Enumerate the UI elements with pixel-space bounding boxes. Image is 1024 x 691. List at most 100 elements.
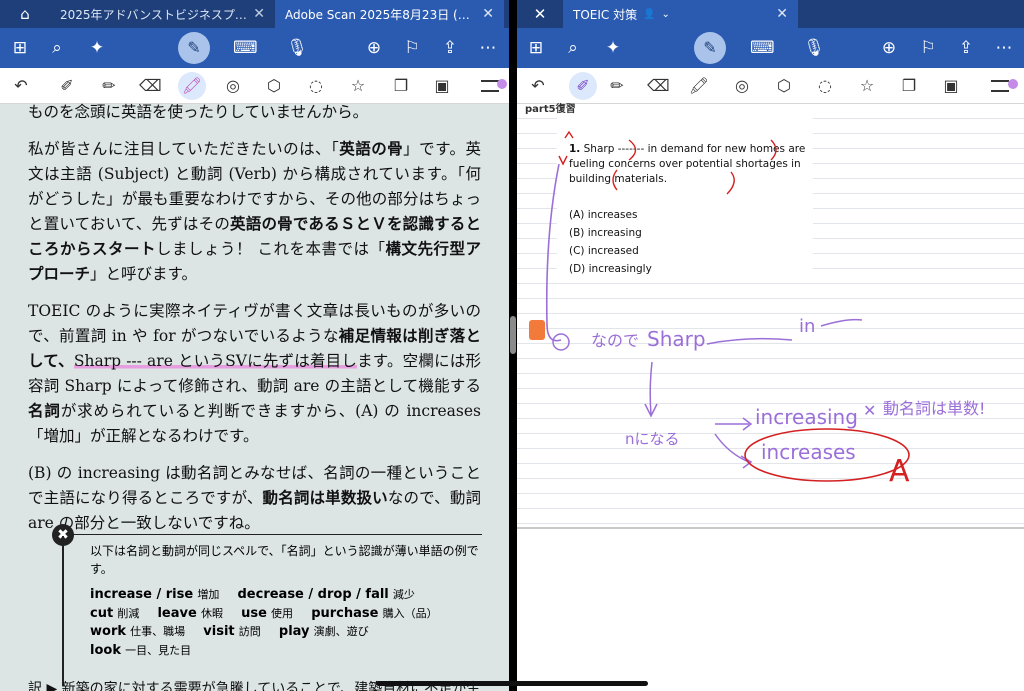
- close-icon[interactable]: ✕: [482, 6, 494, 22]
- image-icon[interactable]: ▣: [431, 75, 453, 97]
- sticker-icon[interactable]: ☆: [347, 75, 369, 97]
- bookmark-icon[interactable]: ⚐: [401, 37, 423, 59]
- vocab-meaning: 減少: [392, 588, 415, 601]
- microphone-icon[interactable]: 🎙: [803, 37, 825, 59]
- shapes-icon[interactable]: ⬡: [773, 75, 795, 97]
- vocab-word: increase / rise: [90, 587, 194, 602]
- pen-mode-icon[interactable]: ✎: [694, 32, 726, 64]
- share-icon[interactable]: ⇪: [439, 37, 461, 59]
- divider: [72, 534, 482, 535]
- highlighter-icon[interactable]: 🖍: [181, 75, 203, 97]
- more-icon[interactable]: ⋯: [993, 37, 1015, 59]
- ink-check-circle: [552, 333, 570, 351]
- color-dot-icon[interactable]: [1008, 79, 1018, 89]
- vocab-meaning: 訪問: [238, 625, 261, 638]
- pencil-tool-icon[interactable]: ✏: [606, 75, 628, 97]
- hw-answer: A: [889, 454, 910, 489]
- hw-line2-d: 動名詞は単数!: [883, 399, 985, 418]
- search-icon[interactable]: ⌕: [46, 37, 68, 59]
- grid-icon[interactable]: ⊞: [9, 37, 31, 59]
- tab-label: 2025年アドバンストビジネスプ…: [60, 7, 247, 22]
- lasso-icon[interactable]: ◎: [731, 75, 753, 97]
- left-drawing-toolbar: ↶ ✐ ✏ ⌫ 🖍 ◎ ⬡ ◌ ☆ ❐ ▣: [0, 68, 509, 104]
- copy-icon[interactable]: ❐: [390, 75, 412, 97]
- grid-icon[interactable]: ⊞: [525, 37, 547, 59]
- ink-underline: [820, 318, 863, 327]
- left-main-toolbar: ⊞ ⌕ ✦ ✎ ⌨ 🎙 ⊕ ⚐ ⇪ ⋯: [0, 28, 509, 68]
- close-icon[interactable]: ✕: [776, 6, 788, 22]
- hw-line3: increases: [761, 440, 856, 464]
- ink-bracket: [545, 163, 562, 342]
- image-icon[interactable]: ▣: [940, 75, 962, 97]
- text: ものを念頭に英語を使ったりしていませんから。: [28, 103, 369, 121]
- tab-right-1[interactable]: TOEIC 対策 👤 ⌄ ✕: [563, 0, 798, 28]
- sparkle-icon[interactable]: ✦: [602, 37, 624, 59]
- lasso-icon[interactable]: ◎: [222, 75, 244, 97]
- highlighter-icon[interactable]: 🖍: [688, 75, 710, 97]
- vocab-meaning: 演劇、遊び: [313, 625, 369, 638]
- pen-tool-icon[interactable]: ✐: [56, 75, 78, 97]
- ink-red-bracket: [612, 169, 618, 191]
- hw-line1-c: in: [799, 316, 815, 337]
- more-icon[interactable]: ⋯: [477, 37, 499, 59]
- split-handle[interactable]: [510, 316, 516, 354]
- undo-icon[interactable]: ↶: [527, 75, 549, 97]
- home-icon[interactable]: ⌂: [0, 5, 50, 23]
- pencil-tool-icon[interactable]: ✏: [98, 75, 120, 97]
- vocab-word: cut: [90, 605, 114, 621]
- add-page-icon[interactable]: ⊕: [363, 37, 385, 59]
- right-main-toolbar: ⊞ ⌕ ✦ ✎ ⌨ 🎙 ⊕ ⚐ ⇪ ⋯: [517, 28, 1024, 68]
- undo-icon[interactable]: ↶: [10, 75, 32, 97]
- copy-icon[interactable]: ❐: [898, 75, 920, 97]
- tab-label: TOEIC 対策: [573, 7, 638, 22]
- keyboard-icon[interactable]: ⌨: [233, 37, 258, 59]
- menu-lines-icon[interactable]: [991, 80, 1009, 92]
- chevron-down-icon[interactable]: ⌄: [662, 9, 670, 20]
- ink-red-bracket: [726, 171, 735, 195]
- vocab-list: increase / rise 増加 decrease / drop / fal…: [90, 586, 490, 660]
- text: 私が皆さんに注目していただきたいのは、「: [28, 140, 340, 158]
- right-drawing-toolbar: ↶ ✐ ✏ ⌫ 🖍 ◎ ⬡ ◌ ☆ ❐ ▣: [517, 68, 1024, 104]
- vocab-word: work: [90, 624, 126, 639]
- right-tab-bar: ✕ TOEIC 対策 👤 ⌄ ✕: [517, 0, 1024, 28]
- close-icon[interactable]: ✕: [517, 5, 563, 23]
- vocab-row: cut 削減 leave 休暇 use 使用 purchase 購入（品）: [90, 605, 490, 624]
- bold-text: 動名詞は単数扱い: [262, 489, 388, 507]
- sparkle-icon[interactable]: ✦: [86, 37, 108, 59]
- ink-arrow: [644, 361, 658, 418]
- sticker-icon[interactable]: ☆: [856, 75, 878, 97]
- paragraph-3: (B) の increasing は動名詞とみなせば、名詞の一種ということで主語…: [28, 461, 481, 536]
- paragraph-1: 私が皆さんに注目していただきたいのは、「英語の骨」です。英文は主語 (Subje…: [28, 137, 481, 287]
- eraser-icon[interactable]: ⌫: [139, 75, 162, 97]
- vocab-meaning: 購入（品）: [382, 606, 438, 620]
- add-page-icon[interactable]: ⊕: [878, 37, 900, 59]
- comment-icon[interactable]: ◌: [305, 75, 327, 97]
- pen-mode-icon[interactable]: ✎: [178, 32, 210, 64]
- search-icon[interactable]: ⌕: [562, 37, 584, 59]
- keyboard-icon[interactable]: ⌨: [750, 37, 775, 59]
- tab-left-2[interactable]: Adobe Scan 2025年8月23日 (… ✕: [275, 0, 504, 28]
- left-pane: ⌂ 2025年アドバンストビジネスプ… ✕ Adobe Scan 2025年8月…: [0, 0, 509, 691]
- microphone-icon[interactable]: 🎙: [286, 37, 308, 59]
- sticker-icon: [529, 320, 545, 340]
- highlighted-text: Sharp --- are というSVに先ずは着目し: [73, 352, 358, 370]
- shapes-icon[interactable]: ⬡: [263, 75, 285, 97]
- right-pane: ✕ TOEIC 対策 👤 ⌄ ✕ ⊞ ⌕ ✦ ✎ ⌨ 🎙 ⊕ ⚐ ⇪ ⋯ ↶ ✐…: [517, 0, 1024, 691]
- ink-arrow: [715, 417, 753, 431]
- pen-tool-icon[interactable]: ✐: [572, 75, 594, 97]
- divider: [62, 536, 64, 686]
- hw-line2-a: nになる: [625, 430, 680, 448]
- close-icon[interactable]: ✕: [253, 6, 265, 22]
- eraser-icon[interactable]: ⌫: [647, 75, 670, 97]
- hw-line1-b: Sharp: [647, 327, 706, 351]
- color-dot-icon[interactable]: [497, 79, 507, 89]
- bookmark-icon[interactable]: ⚐: [917, 37, 939, 59]
- tab-left-1[interactable]: 2025年アドバンストビジネスプ… ✕: [50, 0, 275, 28]
- share-icon[interactable]: ⇪: [955, 37, 977, 59]
- ink-red-v: [558, 155, 568, 166]
- comment-icon[interactable]: ◌: [814, 75, 836, 97]
- text: 」と呼びます。: [90, 265, 197, 283]
- home-indicator[interactable]: [376, 681, 648, 686]
- ink-red-bracket: [628, 139, 637, 161]
- hw-line2-c: ✕: [863, 401, 876, 420]
